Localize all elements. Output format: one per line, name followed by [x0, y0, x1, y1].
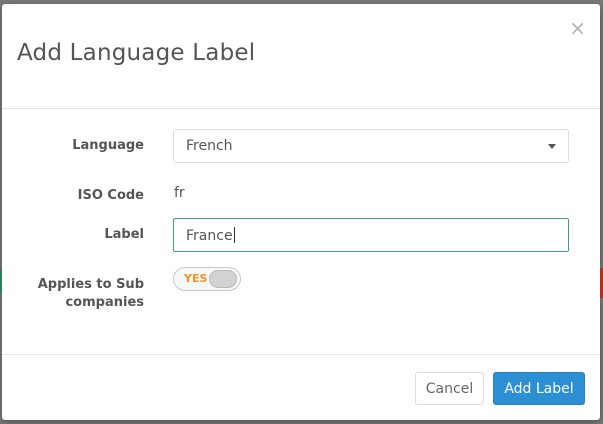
applies-to-sub-label: Applies to Sub companies: [2, 276, 144, 312]
dialog-title: Add Language Label: [17, 40, 256, 66]
label-input-value: France: [186, 227, 235, 244]
label-field-label: Label: [104, 227, 144, 242]
iso-code-value: fr: [174, 185, 185, 201]
add-language-label-dialog: Add Language Label × Language French ISO…: [2, 4, 600, 420]
applies-to-sub-toggle[interactable]: YES: [173, 267, 241, 291]
text-cursor: [233, 227, 235, 243]
applies-to-sub-label-line1: Applies to Sub: [37, 277, 144, 292]
iso-code-label: ISO Code: [77, 188, 144, 203]
close-icon[interactable]: ×: [569, 18, 586, 38]
language-label: Language: [72, 138, 144, 153]
dialog-header: Add Language Label ×: [2, 4, 600, 109]
label-input[interactable]: France: [173, 218, 569, 252]
applies-to-sub-label-line2: companies: [65, 295, 144, 310]
cancel-button[interactable]: Cancel: [415, 372, 484, 405]
language-select-value: French: [186, 138, 233, 154]
chevron-down-icon: [548, 144, 556, 149]
add-label-button[interactable]: Add Label: [493, 372, 585, 405]
dialog-footer: Cancel Add Label: [2, 354, 600, 420]
toggle-knob: [209, 270, 237, 288]
toggle-state-text: YES: [184, 272, 208, 285]
language-select[interactable]: French: [173, 129, 569, 163]
